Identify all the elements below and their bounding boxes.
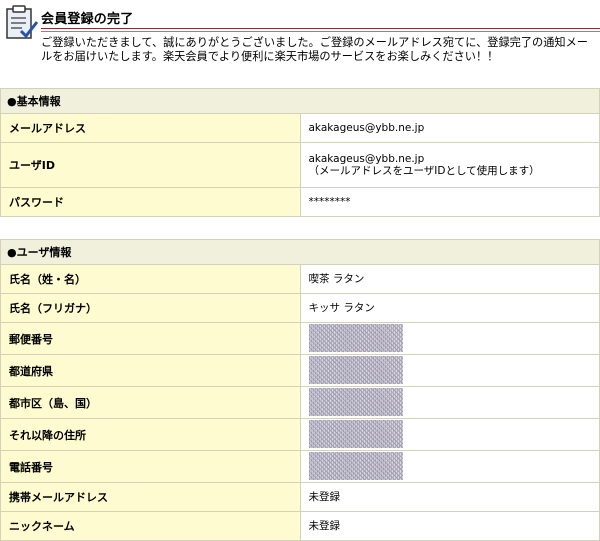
- pref-label: 都道府県: [0, 354, 301, 387]
- page-header: 会員登録の完了 ご登録いただきまして、誠にありがとうございました。ご登録のメール…: [0, 0, 600, 85]
- redacted-block: [308, 356, 403, 384]
- kana-value: キッサ ラタン: [299, 293, 600, 323]
- password-label: パスワード: [0, 187, 301, 217]
- kana-label: 氏名（フリガナ）: [0, 293, 301, 323]
- phone-label: 電話番号: [0, 450, 301, 483]
- address-value-redacted: [299, 418, 600, 451]
- userid-label: ユーザID: [0, 142, 301, 188]
- section-header-user: ●ユーザ情報: [0, 239, 600, 265]
- userid-cell: akakageus@ybb.ne.jp （メールアドレスをユーザIDとして使用し…: [299, 142, 600, 188]
- name-value: 喫茶 ラタン: [299, 264, 600, 294]
- completion-message: ご登録いただきまして、誠にありがとうございました。ご登録のメールアドレス宛てに、…: [41, 36, 588, 63]
- table-row: 郵便番号: [0, 322, 600, 355]
- table-row: メールアドレス akakageus@ybb.ne.jp: [0, 113, 600, 143]
- basic-info-table: ●基本情報 メールアドレス akakageus@ybb.ne.jp ユーザID …: [0, 88, 600, 217]
- table-row: 氏名（フリガナ） キッサ ラタン: [0, 293, 600, 323]
- userid-note: （メールアドレスをユーザIDとして使用します）: [308, 165, 540, 177]
- city-label: 都市区（島、国）: [0, 386, 301, 419]
- section-title: ●ユーザ情報: [0, 239, 600, 265]
- postal-value-redacted: [299, 322, 600, 355]
- redacted-block: [308, 324, 403, 352]
- pref-value-redacted: [299, 354, 600, 387]
- user-info-table: ●ユーザ情報 氏名（姓・名） 喫茶 ラタン 氏名（フリガナ） キッサ ラタン 郵…: [0, 239, 600, 541]
- title-rule: [41, 28, 600, 29]
- postal-label: 郵便番号: [0, 322, 301, 355]
- table-row: 携帯メールアドレス 未登録: [0, 482, 600, 512]
- table-row: 電話番号: [0, 450, 600, 483]
- table-row: ニックネーム 未登録: [0, 511, 600, 541]
- title-rule-secondary: [41, 31, 600, 32]
- nickname-value: 未登録: [299, 511, 600, 541]
- redacted-block: [308, 420, 403, 448]
- redacted-block: [308, 388, 403, 416]
- city-value-redacted: [299, 386, 600, 419]
- table-row: 氏名（姓・名） 喫茶 ラタン: [0, 264, 600, 294]
- section-title: ●基本情報: [0, 88, 600, 114]
- section-header-basic: ●基本情報: [0, 88, 600, 114]
- page-title: 会員登録の完了: [41, 12, 134, 27]
- userid-value: akakageus@ybb.ne.jp: [308, 153, 425, 165]
- table-row: それ以降の住所: [0, 418, 600, 451]
- mobile-email-value: 未登録: [299, 482, 600, 512]
- mobile-email-label: 携帯メールアドレス: [0, 482, 301, 512]
- table-row: パスワード ********: [0, 187, 600, 217]
- redacted-block: [308, 452, 403, 480]
- table-row: ユーザID akakageus@ybb.ne.jp （メールアドレスをユーザID…: [0, 142, 600, 188]
- table-row: 都市区（島、国）: [0, 386, 600, 419]
- email-label: メールアドレス: [0, 113, 301, 143]
- phone-value-redacted: [299, 450, 600, 483]
- table-row: 都道府県: [0, 354, 600, 387]
- nickname-label: ニックネーム: [0, 511, 301, 541]
- email-value: akakageus@ybb.ne.jp: [299, 113, 600, 143]
- address-label: それ以降の住所: [0, 418, 301, 451]
- clipboard-check-icon: [6, 5, 38, 39]
- password-value: ********: [299, 187, 600, 217]
- name-label: 氏名（姓・名）: [0, 264, 301, 294]
